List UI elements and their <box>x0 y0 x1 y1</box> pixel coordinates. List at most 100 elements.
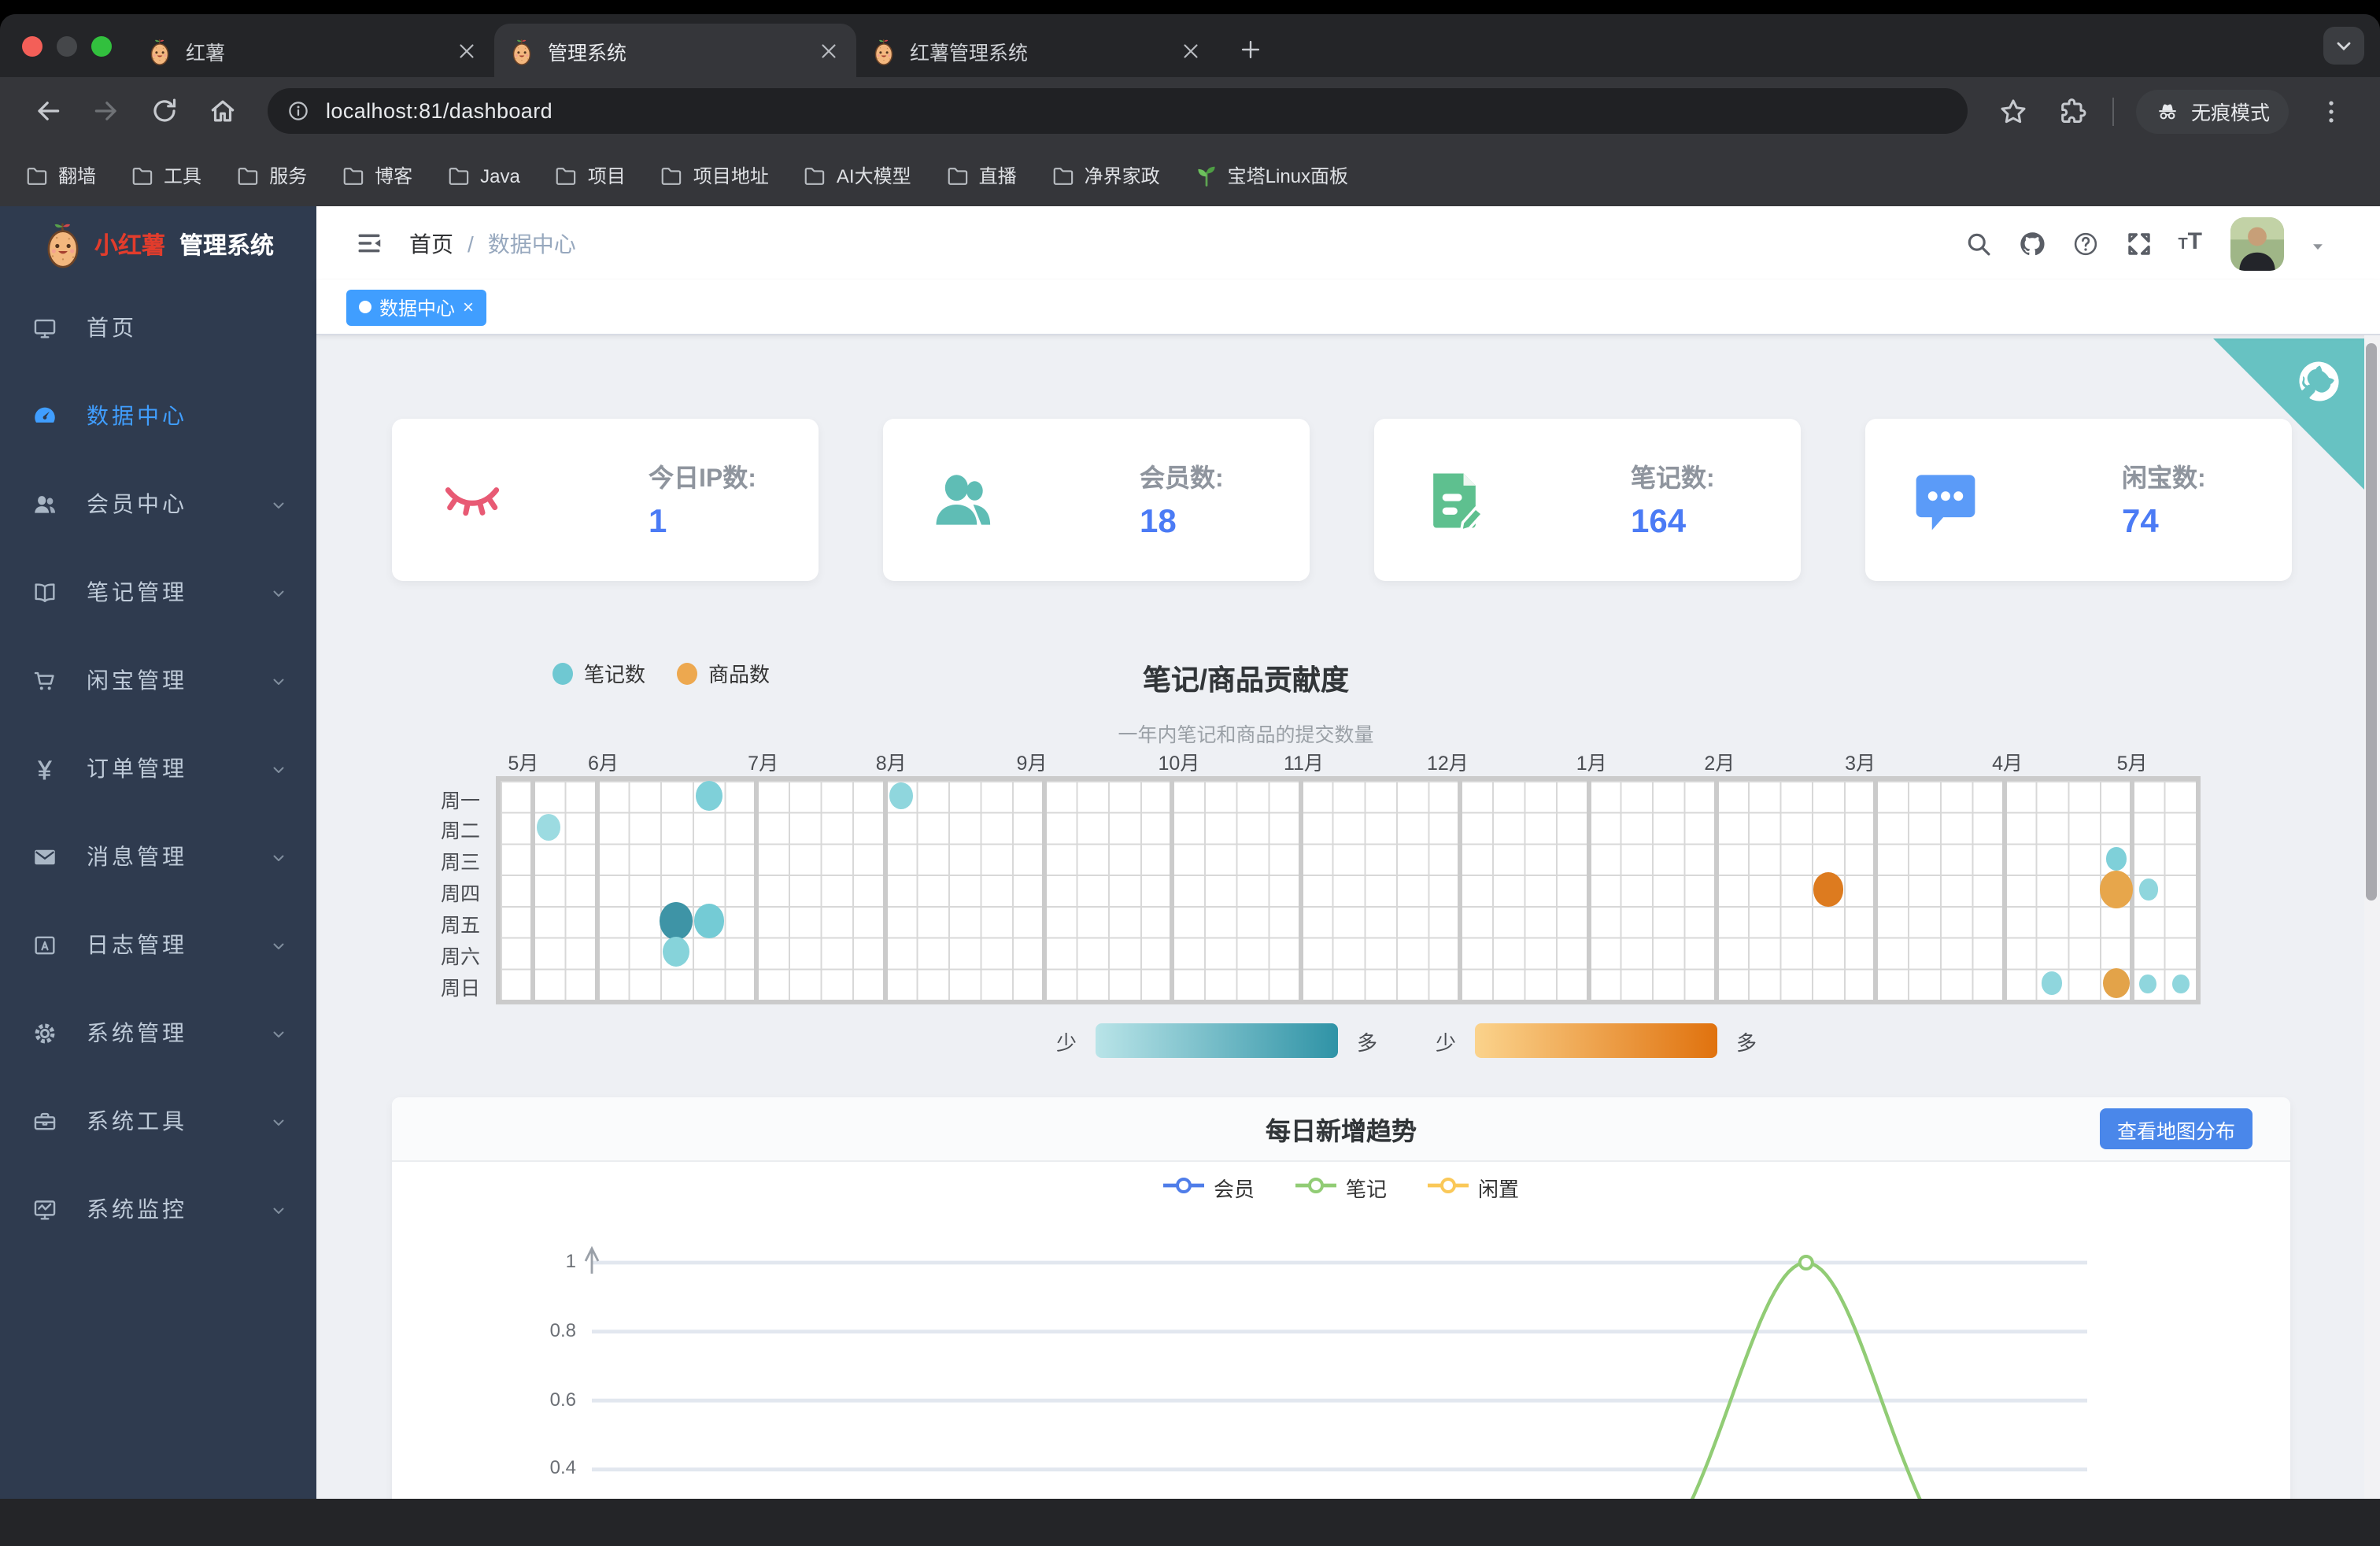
sidebar-item-闲宝管理[interactable]: 闲宝管理 <box>0 636 316 724</box>
bookmark-label: 直播 <box>978 165 1017 187</box>
heatmap-point[interactable] <box>1813 872 1843 907</box>
sidebar-item-消息管理[interactable]: 消息管理 <box>0 812 316 901</box>
sidebar-item-订单管理[interactable]: 订单管理 <box>0 724 316 812</box>
new-tab-button[interactable] <box>1231 30 1272 71</box>
tab-close-icon[interactable] <box>1179 39 1203 62</box>
log-icon <box>31 931 58 958</box>
chevron-down-icon <box>269 1023 288 1042</box>
address-bar[interactable]: localhost:81/dashboard <box>268 88 1968 134</box>
heatmap-day-label: 周一 <box>440 790 480 812</box>
heatmap-point[interactable] <box>2105 846 2127 871</box>
browser-menu-icon[interactable] <box>2315 95 2347 127</box>
heatmap-month-separator <box>1170 780 1175 1000</box>
breadcrumb-current: 数据中心 <box>487 231 576 256</box>
bookmark-item[interactable]: 项目 <box>555 162 626 189</box>
browser-tab[interactable]: 红薯 <box>132 24 494 77</box>
tag-close-icon[interactable]: × <box>463 296 474 318</box>
bookmark-star-icon[interactable] <box>1998 95 2029 127</box>
heatmap-month-separator <box>1586 780 1591 1000</box>
back-icon[interactable] <box>33 96 63 126</box>
heatmap-point[interactable] <box>2099 871 2133 908</box>
fullscreen-icon[interactable] <box>2124 229 2153 257</box>
heatmap-legend-item[interactable]: 商品数 <box>677 658 770 688</box>
chevron-down-icon <box>269 759 288 778</box>
traffic-lights <box>22 36 112 57</box>
heatmap-month-label: 1月 <box>1576 753 1607 775</box>
minimize-window-button[interactable] <box>57 36 77 57</box>
app-logo[interactable]: 小红薯 管理系统 <box>0 206 316 283</box>
sidebar-item-日志管理[interactable]: 日志管理 <box>0 901 316 989</box>
tab-close-icon[interactable] <box>455 39 479 62</box>
heatmap-legend-item[interactable]: 笔记数 <box>552 658 645 688</box>
chevron-down-icon <box>269 935 288 954</box>
breadcrumb-home[interactable]: 首页 <box>409 227 453 259</box>
avatar-caret-icon[interactable] <box>2309 235 2326 252</box>
github-icon[interactable] <box>2017 229 2046 257</box>
font-size-icon[interactable]: TT <box>2178 227 2202 259</box>
heatmap-point[interactable] <box>889 782 913 809</box>
heatmap-point[interactable] <box>537 813 561 841</box>
bookmark-item[interactable]: 宝塔Linux面板 <box>1195 162 1348 189</box>
sidebar-item-系统管理[interactable]: 系统管理 <box>0 989 316 1077</box>
sidebar-item-会员中心[interactable]: 会员中心 <box>0 460 316 548</box>
sidebar-item-系统监控[interactable]: 系统监控 <box>0 1165 316 1253</box>
bookmark-item[interactable]: 工具 <box>131 162 201 189</box>
browser-tab[interactable]: 红薯管理系统 <box>856 24 1218 77</box>
y-tick-label: 0.4 <box>549 1456 576 1479</box>
heatmap-point[interactable] <box>2042 971 2063 995</box>
bookmark-item[interactable]: 直播 <box>946 162 1017 189</box>
bookmark-item[interactable]: 项目地址 <box>660 162 769 189</box>
sidebar-item-label: 消息管理 <box>87 844 187 869</box>
sidebar-item-系统工具[interactable]: 系统工具 <box>0 1077 316 1165</box>
avatar[interactable] <box>2230 216 2284 270</box>
heatmap-point[interactable] <box>660 902 693 940</box>
sidebar-item-笔记管理[interactable]: 笔记管理 <box>0 548 316 636</box>
browser-tab[interactable]: 管理系统 <box>494 24 856 77</box>
home-icon[interactable] <box>208 96 238 126</box>
sidebar-item-label: 首页 <box>87 315 137 340</box>
bookmark-item[interactable]: AI大模型 <box>804 162 911 189</box>
tab-title: 红薯管理系统 <box>910 42 1029 64</box>
zoom-window-button[interactable] <box>91 36 112 57</box>
heatmap-point[interactable] <box>2139 974 2157 993</box>
bookmark-item[interactable]: 服务 <box>236 162 307 189</box>
bookmark-item[interactable]: 博客 <box>342 162 412 189</box>
sidebar-item-数据中心[interactable]: 数据中心 <box>0 372 316 460</box>
sidebar-collapse-icon[interactable] <box>354 228 384 258</box>
close-window-button[interactable] <box>22 36 42 57</box>
site-info-icon[interactable] <box>286 99 310 123</box>
folder-icon <box>804 164 827 187</box>
forward-icon[interactable] <box>91 96 121 126</box>
stat-card: 闲宝数: 74 <box>1865 419 2292 581</box>
yen-icon <box>31 755 58 782</box>
folder-icon <box>236 164 260 187</box>
heatmap-point[interactable] <box>663 937 690 967</box>
scrollbar-thumb[interactable] <box>2366 343 2377 901</box>
sidebar-item-label: 数据中心 <box>87 403 187 428</box>
heatmap-point[interactable] <box>2102 968 2130 999</box>
bookmark-item[interactable]: Java <box>447 164 520 187</box>
search-icon[interactable] <box>1964 229 1992 257</box>
heatmap-point[interactable] <box>693 904 724 938</box>
heatmap-point[interactable] <box>2138 878 2158 901</box>
tag-active-dot <box>359 301 371 313</box>
reload-icon[interactable] <box>150 96 179 126</box>
folder-icon <box>1051 164 1075 187</box>
bookmark-item[interactable]: 翻墙 <box>25 162 96 189</box>
help-icon[interactable] <box>2071 229 2099 257</box>
main-area: 首页 / 数据中心 TT 数据中心 × 今日IP数: 1 会员数: 18 笔记数… <box>316 206 2380 1499</box>
heatmap-day-label: 周三 <box>440 852 480 875</box>
heatmap-point[interactable] <box>2171 974 2189 993</box>
extensions-icon[interactable] <box>2057 95 2089 127</box>
tag-chip[interactable]: 数据中心 × <box>346 289 487 325</box>
tab-title: 管理系统 <box>548 42 627 64</box>
url-text[interactable]: localhost:81/dashboard <box>326 99 552 123</box>
sidebar-item-首页[interactable]: 首页 <box>0 283 316 372</box>
page-scrollbar[interactable] <box>2364 335 2380 1499</box>
tab-close-icon[interactable] <box>817 39 841 62</box>
heatmap-point[interactable] <box>695 781 722 812</box>
heatmap-day-label: 周四 <box>440 883 480 906</box>
tab-search-button[interactable] <box>2323 27 2364 65</box>
bookmark-item[interactable]: 净界家政 <box>1051 162 1160 189</box>
gear-icon <box>31 1019 58 1046</box>
